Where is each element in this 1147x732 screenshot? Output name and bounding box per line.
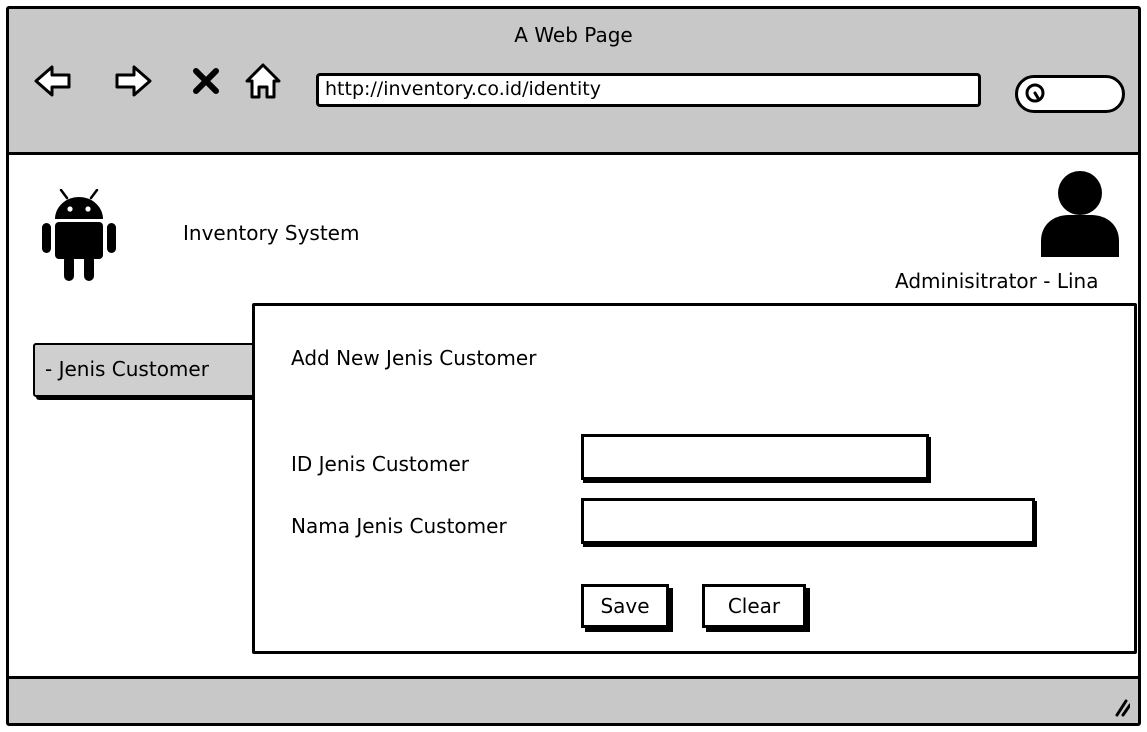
app-name: Inventory System — [183, 221, 360, 245]
status-bar — [9, 676, 1138, 723]
resize-grip-icon[interactable] — [1108, 695, 1130, 717]
clear-button[interactable]: Clear — [702, 584, 806, 628]
save-button[interactable]: Save — [581, 584, 669, 628]
search-input[interactable] — [1015, 75, 1125, 113]
user-icon — [1041, 171, 1119, 257]
forward-arrow-icon[interactable] — [113, 61, 153, 101]
nama-jenis-customer-label: Nama Jenis Customer — [291, 514, 507, 538]
id-jenis-customer-label: ID Jenis Customer — [291, 452, 470, 476]
back-arrow-icon[interactable] — [33, 61, 73, 101]
url-bar[interactable]: http://inventory.co.id/identity — [316, 73, 981, 107]
android-icon — [42, 189, 116, 281]
browser-window: A Web Page http://inventory.co.id/identi… — [6, 6, 1141, 726]
nama-jenis-customer-input[interactable] — [581, 498, 1035, 544]
sidebar-item-jenis-customer[interactable]: - Jenis Customer — [33, 343, 263, 397]
add-jenis-customer-form: Add New Jenis Customer ID Jenis Customer… — [252, 303, 1137, 654]
id-jenis-customer-input[interactable] — [581, 434, 929, 480]
browser-toolbar: A Web Page http://inventory.co.id/identi… — [9, 9, 1138, 155]
page-title: A Web Page — [514, 23, 633, 47]
search-icon — [1025, 83, 1045, 103]
form-title: Add New Jenis Customer — [291, 346, 537, 370]
user-name: Adminisitrator - Lina — [895, 269, 1099, 293]
home-icon[interactable] — [243, 61, 283, 101]
close-x-icon[interactable] — [189, 61, 223, 101]
